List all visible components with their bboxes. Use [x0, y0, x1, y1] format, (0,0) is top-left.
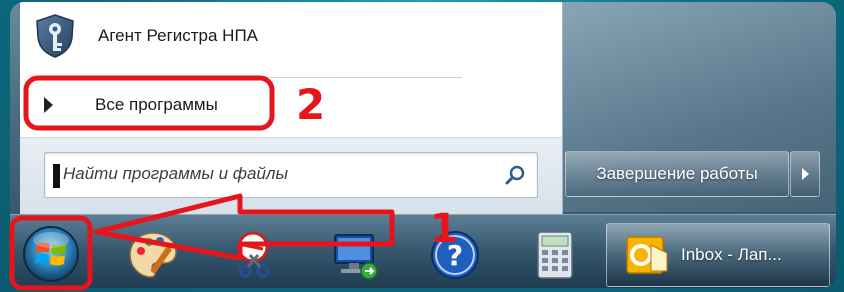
outlook-icon	[626, 236, 668, 274]
search-input[interactable]: Найти программы и файлы	[44, 152, 538, 198]
taskbar-calculator[interactable]	[522, 225, 588, 285]
shield-key-icon	[34, 13, 76, 59]
shutdown-button[interactable]: Завершение работы	[565, 151, 789, 197]
taskbar-remote-desktop[interactable]	[322, 225, 388, 285]
all-programs-label: Все программы	[95, 95, 218, 114]
pinned-program-agent[interactable]: Агент Регистра НПА	[34, 12, 258, 60]
all-programs-item[interactable]: Все программы	[34, 87, 218, 123]
remote-desktop-icon	[334, 234, 378, 280]
shutdown-options-button[interactable]	[790, 151, 820, 197]
search-placeholder: Найти программы и файлы	[63, 164, 289, 183]
taskbar-paint[interactable]	[120, 225, 186, 285]
desktop-screen: Агент Регистра НПА Все программы Найти п…	[10, 2, 836, 288]
chevron-right-icon	[801, 168, 809, 180]
shutdown-label: Завершение работы	[596, 164, 758, 183]
expand-arrow-icon	[44, 97, 53, 113]
text-caret	[53, 164, 60, 188]
snipping-tool-icon	[237, 231, 270, 278]
pinned-program-label: Агент Регистра НПА	[98, 26, 259, 45]
annotation-step-2: 2	[296, 80, 326, 129]
menu-separator	[34, 77, 462, 78]
taskbar-outlook-window[interactable]: Inbox - Лап...	[606, 223, 830, 287]
taskbar-snipping-tool[interactable]	[220, 225, 286, 285]
search-icon[interactable]	[505, 164, 527, 186]
calculator-icon	[537, 231, 573, 279]
taskbar: ? Inbox - Лап...	[10, 214, 836, 288]
window-frame: Агент Регистра НПА Все программы Найти п…	[0, 0, 844, 292]
outlook-window-label: Inbox - Лап...	[681, 245, 782, 264]
annotation-step-1: 1	[430, 206, 458, 252]
start-button[interactable]	[16, 221, 86, 287]
windows-orb-icon	[23, 226, 79, 282]
paint-palette-icon	[129, 232, 177, 278]
start-menu-left-pane: Агент Регистра НПА Все программы Найти п…	[20, 2, 563, 215]
